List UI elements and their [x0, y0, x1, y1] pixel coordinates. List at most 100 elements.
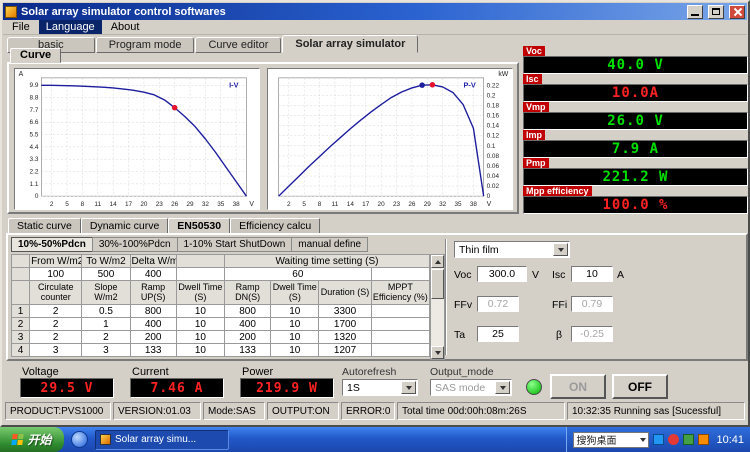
ta-input[interactable] — [477, 326, 519, 342]
svg-text:11: 11 — [332, 201, 339, 208]
ffv-label: FFv — [454, 299, 473, 311]
svg-text:32: 32 — [202, 201, 210, 208]
subtab-start-shutdown[interactable]: 1-10% Start ShutDown — [176, 237, 292, 252]
readout-vmp: Vmp 26.0 V — [523, 102, 748, 130]
tray-icon-2[interactable] — [668, 434, 680, 445]
svg-text:35: 35 — [454, 201, 462, 208]
ffv-input[interactable] — [477, 296, 519, 312]
minimize-button[interactable] — [687, 4, 703, 19]
col-ramp-dn: Ramp DN(S) — [223, 280, 272, 305]
isc-param-label: Isc — [552, 269, 566, 281]
svg-text:0.06: 0.06 — [487, 163, 500, 170]
tab-solar-array-simulator[interactable]: Solar array simulator — [282, 35, 419, 53]
waiting-time-value[interactable]: 60 — [223, 267, 372, 281]
svg-text:V: V — [487, 201, 492, 208]
tab-dynamic-curve[interactable]: Dynamic curve — [80, 218, 169, 234]
current-display: 7.46 A — [130, 378, 224, 398]
chevron-down-icon[interactable] — [401, 381, 416, 394]
svg-text:0.14: 0.14 — [487, 123, 500, 130]
table-scrollbar[interactable] — [430, 254, 445, 360]
tab-en50530[interactable]: EN50530 — [168, 218, 231, 234]
status-product: PRODUCT:PVS1000 — [5, 402, 111, 420]
mpp-efficiency-label: Mpp efficiency — [523, 186, 592, 196]
svg-text:3.3: 3.3 — [30, 156, 39, 163]
pmp-label: Pmp — [523, 158, 549, 168]
scroll-up-button[interactable] — [431, 255, 444, 268]
off-button[interactable]: OFF — [612, 374, 668, 399]
svg-text:0.1: 0.1 — [487, 143, 496, 150]
tab-curve-editor[interactable]: Curve editor — [195, 37, 282, 53]
delta-value[interactable]: 400 — [129, 267, 177, 281]
triangle-up-icon — [434, 259, 441, 264]
power-label: Power — [242, 366, 274, 378]
isc-unit-label: A — [617, 269, 625, 281]
tab-static-curve[interactable]: Static curve — [8, 218, 81, 234]
svg-text:35: 35 — [217, 201, 225, 208]
svg-text:2.2: 2.2 — [30, 169, 39, 176]
vmp-display: 26.0 V — [523, 112, 748, 130]
from-value[interactable]: 100 — [29, 267, 83, 281]
svg-text:26: 26 — [171, 201, 179, 208]
menu-language[interactable]: Language — [38, 20, 102, 34]
quick-launch-icon[interactable] — [71, 431, 88, 448]
tray-search-text: 搜狗桌面 — [576, 436, 617, 447]
table-setting-row: 100 500 400 60 — [10, 267, 431, 281]
svg-text:0: 0 — [487, 193, 491, 200]
scroll-down-button[interactable] — [431, 346, 444, 359]
app-window: Solar array simulator control softwares … — [0, 0, 750, 427]
svg-text:0.22: 0.22 — [487, 82, 500, 89]
table-header-row-1: From W/m2 To W/m2 Delta W/m2 Waiting tim… — [10, 254, 431, 268]
svg-text:38: 38 — [470, 201, 478, 208]
autorefresh-select[interactable]: 1S — [342, 379, 418, 396]
isc-display: 10.0A — [523, 84, 748, 102]
menu-about[interactable]: About — [104, 20, 147, 34]
titlebar[interactable]: Solar array simulator control softwares — [3, 3, 747, 20]
task-label: Solar array simu... — [115, 434, 197, 445]
col-to: To W/m2 — [81, 254, 131, 268]
tray-icon-3[interactable] — [683, 434, 695, 445]
scrollbar-thumb[interactable] — [431, 269, 444, 299]
module-type-select[interactable]: Thin film — [454, 241, 570, 258]
imp-label: Imp — [523, 130, 546, 140]
svg-text:V: V — [249, 201, 254, 208]
triangle-down-icon — [557, 247, 564, 252]
taskbar-task-button[interactable]: Solar array simu... — [95, 429, 229, 450]
isc-param-input[interactable] — [571, 266, 613, 282]
voltage-label: Voltage — [22, 366, 59, 378]
svg-text:2: 2 — [50, 201, 54, 208]
chevron-down-icon[interactable] — [495, 381, 510, 394]
maximize-button[interactable] — [708, 4, 724, 19]
tray-search-box[interactable]: 搜狗桌面 — [573, 431, 650, 448]
tab-curve[interactable]: Curve — [10, 48, 62, 63]
subtab-10-50-pdcn[interactable]: 10%-50%Pdcn — [11, 237, 92, 252]
tray-icon-4[interactable] — [698, 434, 710, 445]
chevron-down-icon[interactable] — [553, 243, 568, 256]
subtab-30-100-pdcn[interactable]: 30%-100%Pdcn — [91, 237, 177, 252]
isc-label: Isc — [523, 74, 542, 84]
to-value[interactable]: 500 — [81, 267, 131, 281]
status-error: ERROR:0 — [341, 402, 395, 420]
on-button[interactable]: ON — [550, 374, 606, 399]
vmp-value: 26.0 V — [607, 113, 664, 129]
subtab-manual-define[interactable]: manual define — [291, 237, 369, 252]
start-button[interactable]: 开始 — [0, 427, 64, 452]
output-mode-select[interactable]: SAS mode — [430, 379, 512, 396]
triangle-down-icon — [499, 385, 506, 390]
app-icon — [5, 5, 17, 18]
voltage-display: 29.5 V — [20, 378, 114, 398]
svg-text:2: 2 — [287, 201, 291, 208]
power-value: 219.9 W — [256, 380, 318, 396]
tray-icon-1[interactable] — [653, 434, 665, 445]
ffi-input[interactable] — [571, 296, 613, 312]
output-status-light — [526, 379, 542, 395]
menu-file[interactable]: File — [5, 20, 37, 34]
voc-param-input[interactable] — [477, 266, 527, 282]
voltage-value: 29.5 V — [40, 380, 94, 396]
svg-text:20: 20 — [140, 201, 148, 208]
tab-program-mode[interactable]: Program mode — [95, 37, 195, 53]
readout-isc: Isc 10.0A — [523, 74, 748, 102]
svg-text:6.6: 6.6 — [30, 119, 39, 126]
close-button[interactable] — [729, 4, 745, 19]
tab-efficiency-calcu[interactable]: Efficiency calcu — [230, 218, 321, 234]
beta-input[interactable] — [571, 326, 613, 342]
